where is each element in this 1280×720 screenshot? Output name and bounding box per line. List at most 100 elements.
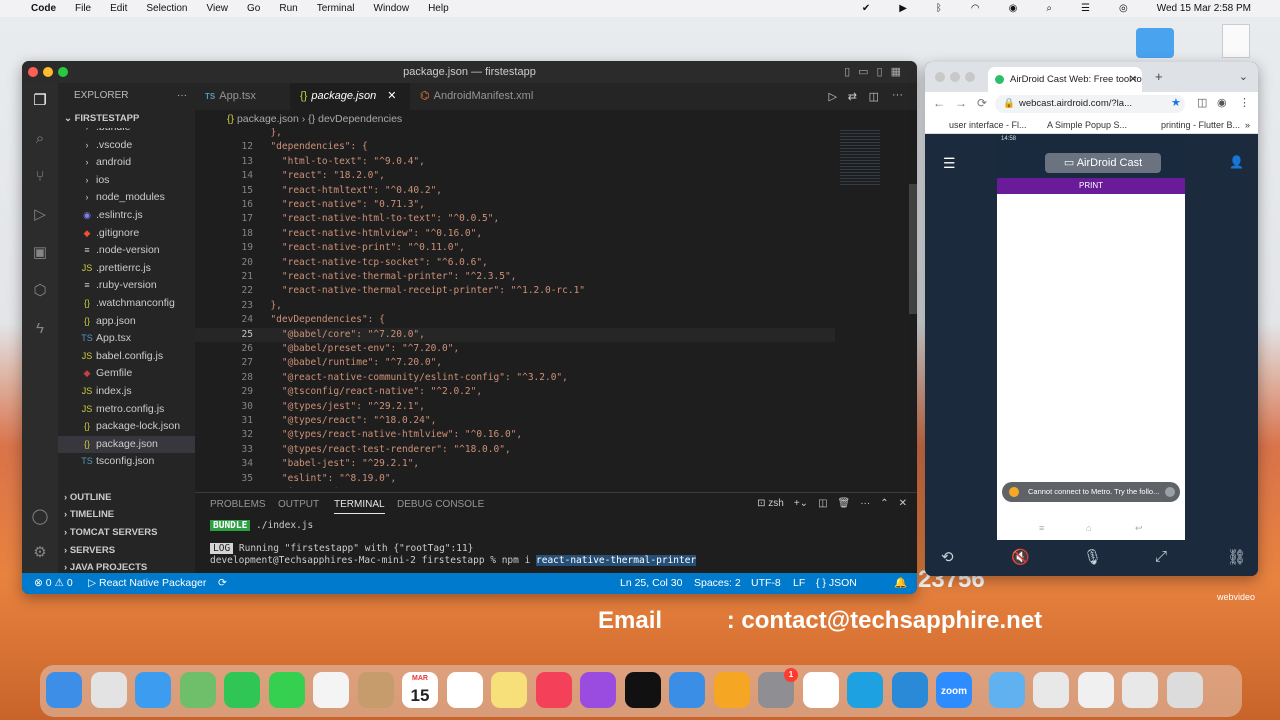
minimize-window-button[interactable]: [43, 67, 53, 77]
document-thumb-icon[interactable]: [1077, 672, 1114, 708]
section-tomcat[interactable]: › TOMCAT SERVERS: [58, 524, 157, 542]
mute-mic-icon[interactable]: 🎙: [1083, 548, 1102, 566]
podcasts-icon[interactable]: [580, 672, 616, 708]
chrome-menu-icon[interactable]: ⋮: [1239, 96, 1250, 109]
panel-tab-problems[interactable]: PROBLEMS: [210, 499, 266, 510]
terminal-command-selection[interactable]: react-native-thermal-printer: [536, 555, 697, 566]
bookmark-2[interactable]: A Simple Popup S...: [1047, 116, 1127, 134]
close-window-button[interactable]: [28, 67, 38, 77]
skype-icon[interactable]: [847, 672, 883, 708]
breadcrumb-node[interactable]: devDependencies: [318, 113, 402, 125]
menu-go[interactable]: Go: [247, 3, 260, 14]
close-tab-icon[interactable]: ✕: [1129, 67, 1137, 92]
close-panel-icon[interactable]: ✕: [899, 498, 907, 509]
account-icon[interactable]: 👤: [1229, 155, 1244, 169]
control-center-icon[interactable]: ☰: [1081, 3, 1090, 14]
tab-android-manifest[interactable]: ⌬ AndroidManifest.xml: [410, 83, 560, 110]
project-root[interactable]: ⌄ FIRSTESTAPP: [58, 110, 139, 128]
bluetooth-icon[interactable]: ᛒ: [936, 3, 942, 14]
calendar-icon[interactable]: MAR 15: [402, 672, 438, 708]
toast-dismiss-icon[interactable]: [1165, 487, 1175, 497]
maps-icon[interactable]: [179, 672, 216, 708]
print-button[interactable]: PRINT: [997, 178, 1185, 194]
minimap[interactable]: [840, 130, 880, 185]
menu-run[interactable]: Run: [279, 3, 297, 14]
status-packager[interactable]: ▷ React Native Packager: [88, 573, 206, 594]
reload-icon[interactable]: ⟳: [977, 96, 987, 110]
reminders-icon[interactable]: [446, 672, 483, 708]
tree-item-gemfile[interactable]: ◆ Gemfile: [58, 365, 195, 382]
chrome-minimize-button[interactable]: [950, 72, 960, 82]
split-terminal-icon[interactable]: ◫: [818, 498, 827, 509]
tree-item-package-json[interactable]: {} package.json: [58, 435, 195, 453]
tree-item-eslintrc-js[interactable]: ◉ .eslintrc.js: [58, 207, 195, 224]
finder-icon[interactable]: [46, 672, 82, 708]
menu-app-name[interactable]: Code: [31, 3, 56, 14]
extensions-icon[interactable]: ▣: [30, 243, 50, 263]
section-timeline[interactable]: › TIMELINE: [58, 506, 114, 524]
thunder-client-icon[interactable]: ϟ: [30, 319, 50, 339]
notifications-bell-icon[interactable]: 🔔: [894, 573, 907, 594]
hamburger-menu-icon[interactable]: ☰: [943, 155, 956, 172]
accounts-icon[interactable]: ◯: [30, 507, 50, 527]
tree-item-ios[interactable]: › ios: [58, 172, 195, 189]
bookmarks-more-icon[interactable]: »: [1245, 116, 1250, 134]
status-problems[interactable]: ⊗ 0 ⚠ 0: [34, 573, 73, 594]
photos-icon[interactable]: [313, 672, 349, 708]
folder-icon[interactable]: [988, 672, 1025, 708]
split-editor-icon[interactable]: ◫: [869, 90, 879, 103]
more-actions-icon[interactable]: ···: [177, 83, 187, 109]
section-outline[interactable]: › OUTLINE: [58, 489, 112, 507]
sidepanel-icon[interactable]: ◫: [1197, 96, 1207, 109]
explorer-icon[interactable]: ❐: [30, 91, 50, 111]
nav-recents-icon[interactable]: ≡: [1039, 523, 1044, 533]
menu-window[interactable]: Window: [374, 3, 410, 14]
tree-item-metro-config-js[interactable]: JS metro.config.js: [58, 401, 195, 418]
close-tab-icon[interactable]: ✕: [387, 90, 396, 102]
menu-terminal[interactable]: Terminal: [317, 3, 355, 14]
chrome-icon[interactable]: [802, 672, 839, 708]
editor-scrollbar[interactable]: [909, 184, 917, 314]
panel-more-icon[interactable]: ···: [860, 498, 870, 509]
tree-item-android[interactable]: › android: [58, 154, 195, 171]
status-eol[interactable]: LF: [793, 573, 805, 594]
tree-item-app-json[interactable]: {} app.json: [58, 313, 195, 330]
contacts-icon[interactable]: [357, 672, 394, 708]
chrome-zoom-button[interactable]: [965, 72, 975, 82]
shield-check-icon[interactable]: ✔: [862, 3, 870, 14]
tree-item-prettierrc-js[interactable]: JS .prettierrc.js: [58, 260, 195, 277]
settings-icon[interactable]: 1: [758, 668, 798, 708]
run-code-icon[interactable]: ▷: [829, 90, 837, 103]
tree-item-package-lock-json[interactable]: {} package-lock.json: [58, 418, 195, 435]
launchpad-icon[interactable]: [90, 672, 127, 708]
address-bar[interactable]: 🔒 webcast.airdroid.com/?la...: [995, 95, 1185, 113]
nav-home-icon[interactable]: ⌂: [1086, 523, 1091, 533]
vscode-icon[interactable]: [891, 672, 928, 708]
menu-help[interactable]: Help: [428, 3, 449, 14]
tree-item-bundle[interactable]: ›.bundle: [58, 128, 195, 136]
tree-item-tsconfig-json[interactable]: TS tsconfig.json: [58, 453, 195, 468]
kill-terminal-trash-icon[interactable]: 🗑: [838, 498, 851, 509]
nav-back-icon[interactable]: ↩: [1135, 523, 1143, 534]
bookmark-1[interactable]: user interface - Fl...: [949, 116, 1027, 134]
manage-gear-icon[interactable]: ⚙: [30, 543, 50, 563]
terminal-shell-icon[interactable]: ⊡ zsh: [757, 498, 784, 509]
pages-icon[interactable]: [713, 672, 750, 708]
notes-icon[interactable]: [491, 672, 527, 708]
panel-tab-output[interactable]: OUTPUT: [278, 499, 319, 510]
siri-icon[interactable]: ◎: [1119, 3, 1128, 14]
spotlight-search-icon[interactable]: ⌕: [1046, 3, 1052, 14]
tab-app-tsx[interactable]: TS App.tsx: [195, 83, 290, 110]
music-icon[interactable]: [535, 672, 572, 708]
chrome-tab-airdroid[interactable]: AirDroid Cast Web: Free tool to ✕: [988, 67, 1142, 92]
appletv-icon[interactable]: [624, 672, 661, 708]
refresh-icon[interactable]: ⟳: [218, 573, 227, 594]
tree-item-app-tsx[interactable]: TS App.tsx: [58, 330, 195, 347]
code-editor[interactable]: }, 12 "dependencies": {13 "html-to-text":…: [195, 128, 917, 488]
section-servers[interactable]: › SERVERS: [58, 542, 115, 560]
chrome-close-button[interactable]: [935, 72, 945, 82]
menu-edit[interactable]: Edit: [110, 3, 127, 14]
menubar-clock[interactable]: Wed 15 Mar 2:58 PM: [1157, 3, 1251, 14]
new-tab-plus-icon[interactable]: +: [1155, 69, 1163, 84]
bookmark-star-icon[interactable]: ★: [1171, 96, 1181, 109]
